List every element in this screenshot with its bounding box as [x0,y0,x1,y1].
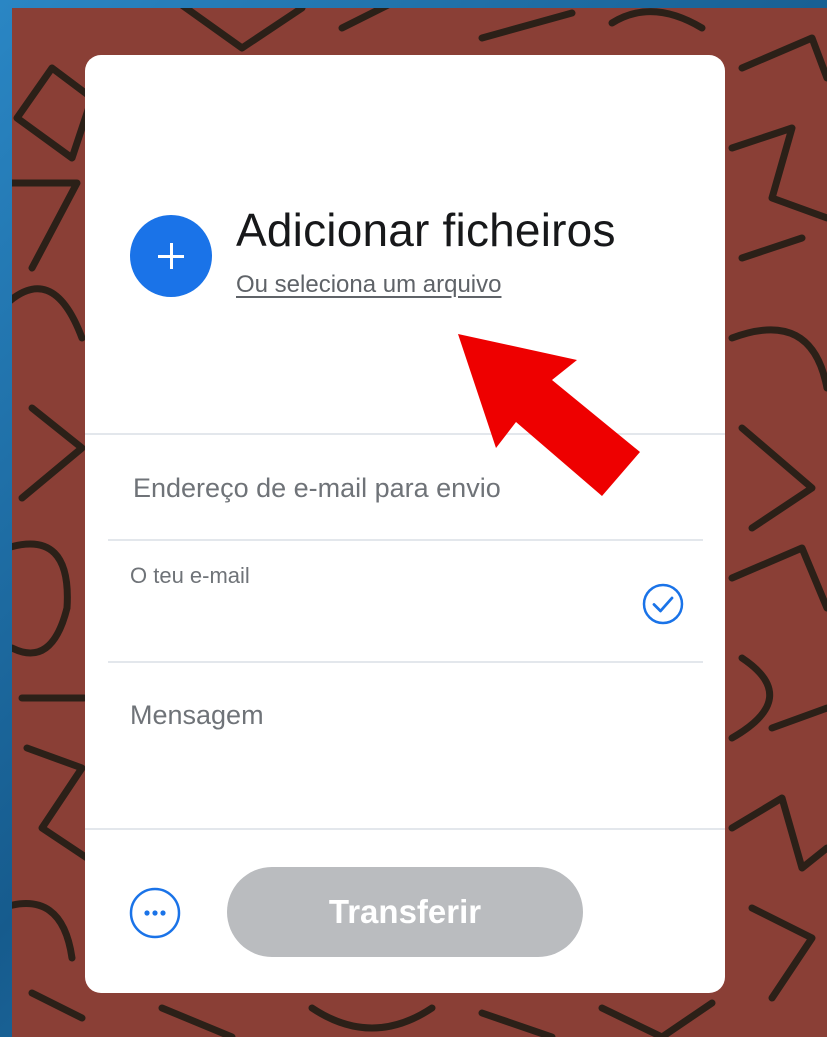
sender-email-label: O teu e-mail [130,563,250,588]
select-folder-link[interactable]: Ou seleciona um arquivo [236,271,501,299]
message-placeholder: Mensagem [130,700,264,730]
check-circle-icon [642,583,684,625]
more-options-icon [129,887,181,939]
sender-email-field[interactable]: O teu e-mail [130,563,630,643]
red-arrow-icon [458,334,640,496]
footer-divider [85,828,725,830]
sender-divider [108,661,703,663]
add-files-button[interactable] [130,215,212,297]
transfer-panel: Adicionar ficheiros Ou seleciona um arqu… [85,55,725,993]
message-field[interactable]: Mensagem [130,700,700,810]
add-files-title[interactable]: Adicionar ficheiros [236,203,616,257]
recipient-divider [108,539,703,541]
transfer-button[interactable]: Transferir [227,867,583,957]
more-options-button[interactable] [129,887,181,939]
